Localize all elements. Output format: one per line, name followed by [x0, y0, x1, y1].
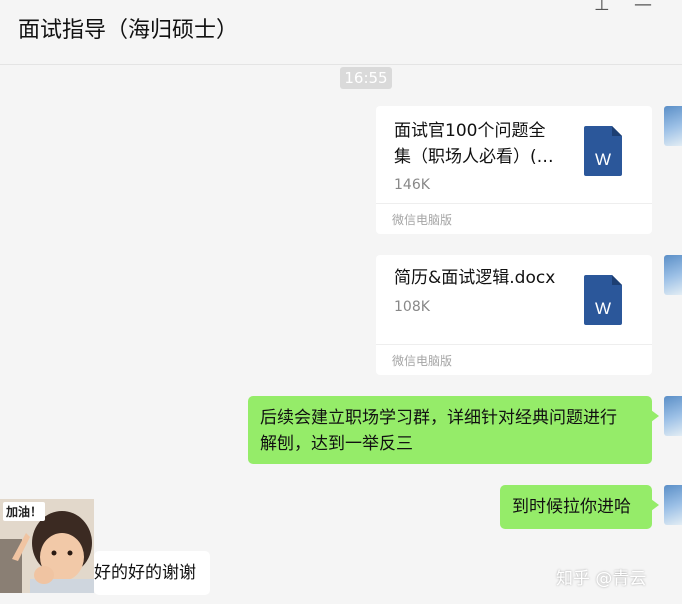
file-message-2[interactable]: 简历&面试逻辑.docx 108K W 微信电脑版	[376, 255, 652, 375]
word-document-icon: W	[584, 126, 622, 176]
file-footer: 微信电脑版	[376, 203, 652, 234]
minimize-button[interactable]: —	[634, 0, 652, 15]
file-footer: 微信电脑版	[376, 344, 652, 375]
file-name-line: 面试官100个问题全	[394, 121, 546, 141]
watermark-text: 知乎 @青云	[556, 569, 647, 589]
received-message[interactable]: 好的好的谢谢	[94, 551, 210, 595]
file-size: 146K	[394, 177, 430, 193]
chat-title: 面试指导（海归硕士）	[18, 18, 239, 43]
pin-icon[interactable]: ⊥	[594, 0, 610, 15]
word-icon-letter: W	[595, 150, 611, 169]
file-source: 微信电脑版	[392, 354, 453, 368]
message-line: 到时候拉你进哈	[512, 497, 631, 517]
sender-avatar[interactable]	[664, 485, 682, 525]
sticker-caption: 加油！	[3, 502, 46, 521]
sender-avatar[interactable]	[664, 396, 682, 436]
text-message[interactable]: 到时候拉你进哈	[500, 485, 659, 529]
file-name: 简历&面试逻辑.docx	[394, 265, 584, 291]
sender-avatar[interactable]	[664, 106, 682, 146]
title-bar: 面试指导（海归硕士） ⊥ —	[0, 0, 682, 65]
word-document-icon: W	[584, 275, 622, 325]
file-name: 面试官100个问题全 集（职场人必看）(…	[394, 118, 572, 170]
file-name-line: 简历&面试逻辑.docx	[394, 268, 556, 288]
sticker-image[interactable]: 加油！	[0, 499, 94, 593]
file-size: 108K	[394, 299, 430, 315]
message-line: 后续会建立职场学习群，详细针对经典问题进行	[260, 408, 617, 428]
file-source: 微信电脑版	[392, 213, 453, 227]
word-icon-letter: W	[595, 299, 611, 318]
file-message-1[interactable]: 面试官100个问题全 集（职场人必看）(… 146K W 微信电脑版	[376, 106, 652, 234]
message-line: 解刨，达到一举反三	[260, 434, 413, 454]
message-timestamp: 16:55	[340, 67, 392, 89]
sender-avatar[interactable]	[664, 255, 682, 295]
text-message[interactable]: 后续会建立职场学习群，详细针对经典问题进行 解刨，达到一举反三	[248, 396, 659, 464]
file-name-line: 集（职场人必看）(…	[394, 147, 554, 167]
